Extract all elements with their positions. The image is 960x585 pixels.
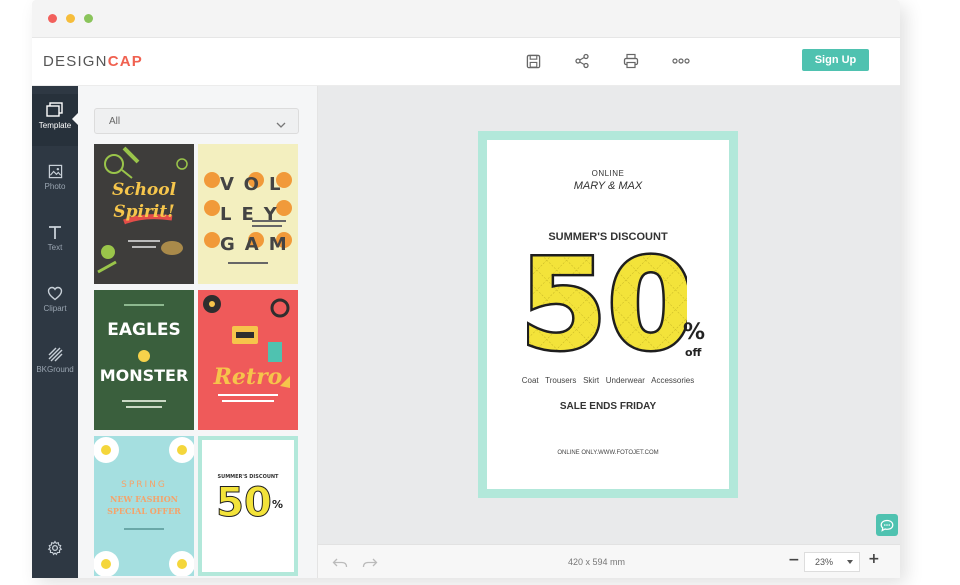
template-letter: O: [243, 174, 269, 195]
chat-support-button[interactable]: [876, 514, 898, 536]
poster-canvas[interactable]: ONLINE MARY & MAX SUMMER'S DISCOUNT 50 %…: [478, 131, 738, 498]
poster-sale-ends[interactable]: SALE ENDS FRIDAY: [487, 401, 729, 412]
poster-online-label[interactable]: ONLINE: [487, 169, 729, 178]
clipart-icon: [47, 286, 63, 301]
template-art: [203, 295, 290, 402]
tool-rail: Template Photo Text Clipart BKGround: [32, 86, 79, 578]
template-letter: A: [244, 234, 269, 255]
rail-item-background[interactable]: BKGround: [32, 339, 78, 391]
minimize-window-button[interactable]: [66, 14, 75, 23]
poster-off[interactable]: off: [685, 346, 701, 359]
template-letter: G: [220, 234, 245, 255]
poster-footer[interactable]: ONLINE ONLY.WWW.FOTOJET.COM: [487, 450, 729, 456]
rail-item-label: Clipart: [43, 304, 67, 313]
maximize-window-button[interactable]: [84, 14, 93, 23]
template-letter: V: [220, 174, 244, 195]
template-subtitle: Spirit!: [113, 202, 175, 222]
design-canvas-area: ONLINE MARY & MAX SUMMER'S DISCOUNT 50 %…: [318, 86, 900, 544]
template-letter: M: [268, 234, 297, 255]
rail-item-label: Template: [38, 121, 72, 130]
share-icon[interactable]: [572, 51, 592, 71]
template-letters: VOLLEYGAME: [220, 170, 298, 260]
poster-big-number-text: 50: [527, 240, 687, 360]
template-thumb-spring[interactable]: SPRING NEW FASHION SPECIAL OFFER: [94, 436, 194, 576]
template-filter-select[interactable]: All: [94, 108, 299, 134]
template-big-number: 50: [216, 480, 273, 527]
poster-big-number[interactable]: 50: [517, 229, 697, 381]
rail-item-clipart[interactable]: Clipart: [32, 278, 78, 330]
zoom-value: 23%: [815, 557, 834, 567]
poster-inner: ONLINE MARY & MAX SUMMER'S DISCOUNT 50 %…: [487, 140, 729, 489]
window-titlebar: [32, 0, 900, 38]
zoom-select[interactable]: 23%: [804, 552, 860, 572]
template-thumb-volley-game[interactable]: VOLLEYGAME: [198, 144, 298, 284]
rail-item-photo[interactable]: Photo: [32, 156, 78, 208]
canvas-size-label: 420 x 594 mm: [568, 557, 626, 567]
logo-text-design: DESIGN: [43, 53, 108, 70]
template-inner: SUMMER'S DISCOUNT 50 %: [202, 440, 294, 572]
rail-item-label: Text: [47, 243, 63, 252]
chevron-down-icon: [276, 116, 286, 134]
template-letter: Y: [263, 204, 287, 225]
caret-down-icon: [847, 560, 853, 564]
template-thumb-eagles-monster[interactable]: EAGLES MONSTER: [94, 290, 194, 430]
save-icon[interactable]: [523, 51, 543, 71]
template-letter: L: [220, 204, 242, 225]
rail-item-template[interactable]: Template: [32, 94, 79, 146]
canvas-bottom-bar: 420 x 594 mm − 23% +: [318, 544, 900, 578]
photo-icon: [48, 164, 62, 179]
template-icon: [46, 102, 63, 117]
logo-text-cap: CAP: [107, 53, 143, 70]
template-subtitle: NEW FASHION: [110, 494, 178, 504]
chat-icon: [880, 519, 894, 532]
template-title: EAGLES: [107, 320, 181, 340]
template-letter: L: [268, 174, 291, 195]
zoom-out-button[interactable]: −: [788, 552, 800, 568]
template-thumb-retro[interactable]: Retro: [198, 290, 298, 430]
template-percent: %: [272, 498, 284, 511]
zoom-in-button[interactable]: +: [868, 551, 880, 567]
more-icon[interactable]: [671, 51, 691, 71]
poster-categories[interactable]: Coat Trousers Skirt Underwear Accessorie…: [487, 376, 729, 385]
rail-item-text[interactable]: Text: [32, 217, 78, 269]
text-icon: [49, 226, 61, 239]
template-panel: All School Spirit! VOL LEY GAM EAGLES MO…: [78, 86, 318, 578]
poster-brand[interactable]: MARY & MAX: [487, 180, 729, 192]
designcap-logo[interactable]: DESIGNCAP: [43, 53, 143, 70]
template-thumb-school-spirit[interactable]: School Spirit!: [94, 144, 194, 284]
template-title: School: [111, 180, 177, 200]
app-header: DESIGNCAP Sign Up: [32, 38, 900, 86]
app-window: DESIGNCAP Sign Up Template Photo Text Cl…: [32, 0, 900, 578]
template-title: Retro: [213, 364, 283, 390]
template-thumb-summer-discount[interactable]: SUMMER'S DISCOUNT 50 %: [198, 436, 298, 576]
sign-up-button[interactable]: Sign Up: [802, 49, 869, 71]
close-window-button[interactable]: [48, 14, 57, 23]
template-letter: E: [297, 234, 298, 255]
template-title: SPRING: [121, 480, 167, 490]
redo-icon[interactable]: [362, 556, 378, 574]
background-icon: [48, 347, 62, 362]
rail-item-label: BKGround: [36, 365, 74, 374]
poster-percent[interactable]: %: [683, 320, 705, 345]
template-letter: E: [241, 204, 264, 225]
template-subtitle: MONSTER: [99, 366, 189, 385]
print-icon[interactable]: [621, 51, 641, 71]
template-subtitle: SPECIAL OFFER: [107, 506, 181, 516]
template-art: [122, 304, 166, 408]
filter-selected-value: All: [109, 116, 121, 127]
rail-item-label: Photo: [44, 182, 66, 191]
undo-icon[interactable]: [332, 556, 348, 574]
gear-icon[interactable]: [47, 540, 63, 561]
